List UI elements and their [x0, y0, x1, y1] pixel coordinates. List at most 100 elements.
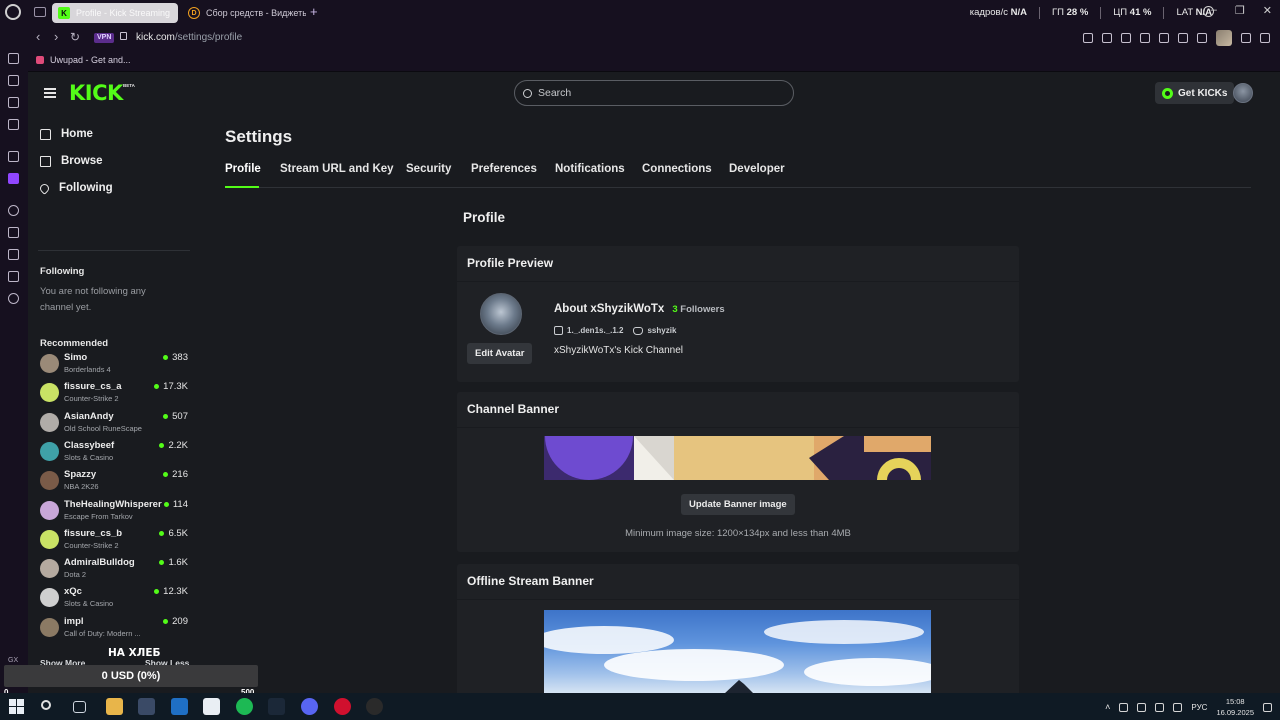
file-explorer-icon[interactable]: [106, 698, 123, 715]
url-field[interactable]: kick.com/settings/profile: [136, 32, 242, 43]
recommended-channel[interactable]: fissure_cs_b Counter-Strike 2 6.5K: [40, 526, 188, 554]
menu-icon[interactable]: [1260, 33, 1270, 43]
settings-tabs: Profile Stream URL and Key Security Pref…: [225, 162, 1251, 188]
recommended-channel[interactable]: fissure_cs_a Counter-Strike 2 17.3K: [40, 379, 188, 407]
back-icon[interactable]: ‹: [36, 30, 40, 44]
channel-name: Classybeef: [64, 439, 115, 451]
gx-control-icon[interactable]: [8, 75, 19, 86]
network-icon[interactable]: [1137, 702, 1147, 712]
hamburger-menu-icon[interactable]: [44, 88, 56, 98]
shield-icon[interactable]: [1121, 33, 1131, 43]
language-indicator[interactable]: РУС: [1191, 703, 1207, 712]
history-icon[interactable]: [8, 227, 19, 238]
cpu-stat: ЦП 41 %: [1113, 7, 1152, 18]
active-tab-indicator: [225, 186, 259, 188]
channel-name: fissure_cs_a: [64, 381, 122, 393]
tab-donation-widgets[interactable]: D Сбор средств - Виджеты: [182, 3, 306, 23]
puzzle-icon[interactable]: [1197, 33, 1207, 43]
spotify-icon[interactable]: [236, 698, 253, 715]
microphone-icon[interactable]: [1119, 702, 1129, 712]
nav-browse[interactable]: Browse: [40, 155, 103, 167]
tab-stream-url-and-key[interactable]: Stream URL and Key: [280, 163, 394, 175]
extension-icon[interactable]: [1140, 33, 1150, 43]
tab-developer[interactable]: Developer: [729, 163, 785, 175]
music-icon[interactable]: [8, 119, 19, 130]
live-indicator-icon: [154, 384, 160, 390]
search-bar[interactable]: [514, 80, 794, 106]
opera-gx-logo-icon[interactable]: [5, 4, 21, 20]
obs-icon[interactable]: [366, 698, 383, 715]
reload-icon[interactable]: ↻: [70, 30, 80, 44]
chevron-up-icon[interactable]: ˄: [1105, 702, 1110, 712]
settings-icon[interactable]: [8, 293, 19, 304]
clock-icon[interactable]: [8, 249, 19, 260]
avatar: [40, 441, 59, 461]
new-tab-button[interactable]: +: [310, 5, 318, 19]
twitch-icon[interactable]: [8, 173, 19, 184]
tab-preferences[interactable]: Preferences: [471, 163, 537, 175]
close-icon[interactable]: ✕: [1263, 4, 1272, 17]
extensions-icon[interactable]: [8, 271, 19, 282]
aria-icon[interactable]: [8, 151, 19, 162]
profile-avatar[interactable]: [1216, 30, 1232, 46]
search-input[interactable]: [538, 87, 778, 99]
nav-home[interactable]: Home: [40, 128, 93, 140]
discord-icon[interactable]: [301, 698, 318, 715]
nav-following[interactable]: Following: [38, 181, 113, 195]
get-kicks-button[interactable]: Get KICKs: [1155, 82, 1235, 104]
recommended-channel[interactable]: AsianAndy Old School RuneScape 507: [40, 409, 188, 437]
tab-notifications[interactable]: Notifications: [555, 163, 625, 175]
channel-name: AdmiralBulldog: [64, 557, 135, 569]
vpn-badge[interactable]: VPN: [94, 33, 115, 43]
live-indicator-icon: [159, 442, 165, 448]
user-avatar[interactable]: [1233, 83, 1253, 103]
recommended-channel[interactable]: xQc Slots & Casino 12.3K: [40, 584, 188, 612]
recommended-channel[interactable]: AdmiralBulldog Dota 2 1.6K: [40, 555, 188, 583]
tab-connections[interactable]: Connections: [642, 163, 712, 175]
search-icon[interactable]: [41, 700, 51, 710]
viewer-count: 383: [163, 352, 188, 363]
tab-security[interactable]: Security: [406, 163, 451, 175]
kick-logo[interactable]: KICK: [69, 81, 123, 105]
tab-kick-profile[interactable]: K Profile - Kick Streaming: [52, 3, 178, 23]
start-button[interactable]: [9, 699, 24, 714]
bookmark-uwupad[interactable]: Uwupad - Get and...: [36, 55, 131, 65]
lock-icon[interactable]: [120, 32, 127, 40]
notepad-icon[interactable]: [203, 698, 220, 715]
discord-link[interactable]: sshyzik: [633, 326, 676, 335]
steam-icon[interactable]: [268, 698, 285, 715]
beta-label: BETA: [123, 83, 135, 88]
download-icon[interactable]: [1241, 33, 1251, 43]
edit-avatar-button[interactable]: Edit Avatar: [467, 343, 533, 364]
maximize-icon[interactable]: ❐: [1235, 4, 1245, 17]
recommended-channel[interactable]: TheHealingWhisperer Escape From Tarkov 114: [40, 497, 188, 525]
forward-icon[interactable]: ›: [54, 30, 58, 44]
heart-icon: [38, 181, 51, 195]
speed-dial-icon[interactable]: [8, 53, 19, 64]
tab-profile[interactable]: Profile: [225, 163, 261, 175]
notifications-icon[interactable]: [1263, 702, 1272, 712]
recommended-channel[interactable]: impl Call of Duty: Modern ... 209: [40, 614, 188, 642]
snapshot-icon[interactable]: [1102, 33, 1112, 43]
minimize-icon[interactable]: –: [1211, 4, 1217, 17]
heart-icon[interactable]: [1178, 33, 1188, 43]
recommended-channel[interactable]: Simo Borderlands 4 383: [40, 350, 188, 378]
update-banner-button[interactable]: Update Banner image: [681, 494, 795, 515]
recommended-channel[interactable]: Spazzy NBA 2K26 216: [40, 467, 188, 495]
play-icon[interactable]: [1159, 33, 1169, 43]
instagram-link[interactable]: 1._.den1s._.1.2: [554, 326, 623, 335]
tab-switcher-icon[interactable]: [34, 7, 46, 17]
player-icon[interactable]: [8, 205, 19, 216]
volume-icon[interactable]: [1155, 702, 1165, 712]
windows-logo-part: [9, 699, 16, 706]
store-icon[interactable]: [138, 698, 155, 715]
security-icon[interactable]: [1173, 702, 1183, 712]
clock[interactable]: 15:08 16.09.2025: [1216, 696, 1254, 718]
outlook-icon[interactable]: [171, 698, 188, 715]
avatar: [40, 617, 59, 637]
pin-icon[interactable]: [1083, 33, 1093, 43]
gx-corner-icon[interactable]: [8, 97, 19, 108]
recommended-channel[interactable]: Classybeef Slots & Casino 2.2K: [40, 438, 188, 466]
opera-gx-icon[interactable]: [334, 698, 351, 715]
task-view-icon[interactable]: [73, 701, 86, 713]
